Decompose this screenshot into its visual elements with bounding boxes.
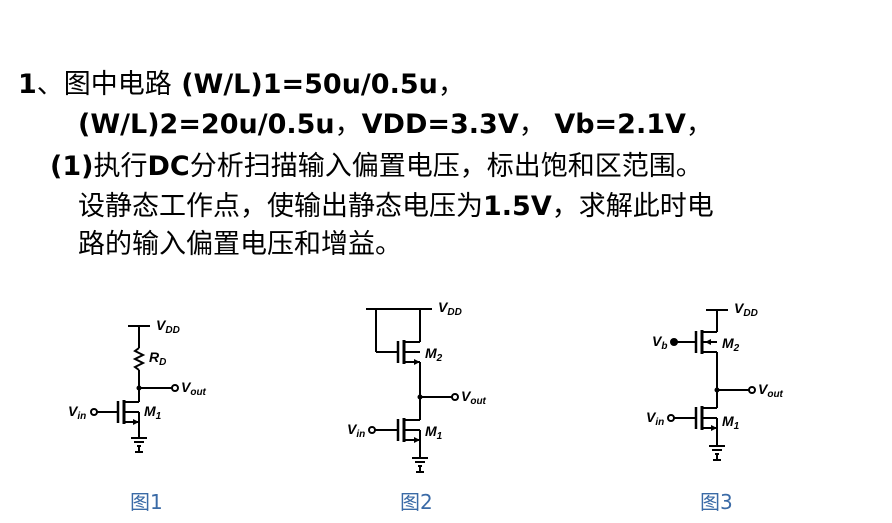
fig3-vb-label: Vb	[652, 333, 667, 352]
fig1-rd-label: RD	[149, 349, 166, 368]
figure-1-circuit	[90, 325, 179, 453]
figure-3-circuit	[667, 309, 756, 461]
figure-3-caption: 图3	[700, 490, 733, 514]
figure-1-caption: 图1	[130, 490, 163, 514]
fig2-vout-label: Vout	[461, 388, 487, 407]
fig3-m1-label: M1	[722, 413, 740, 432]
resistor-rd	[132, 347, 146, 371]
fig1-m1-label: M1	[144, 403, 162, 422]
fig3-m2-label: M2	[722, 335, 740, 354]
circuits-diagram: VDD RD Vout Vin M1 VDD M2 Vout Vin M1 VD…	[68, 299, 784, 473]
figure-2-caption: 图2	[400, 490, 433, 514]
fig1-vout-label: Vout	[181, 379, 207, 398]
fig1-vdd-label: VDD	[156, 317, 180, 336]
fig3-vin-label: Vin	[646, 409, 664, 428]
fig3-vdd-label: VDD	[734, 300, 758, 319]
fig2-vin-label: Vin	[347, 421, 365, 440]
fig1-vin-label: Vin	[68, 403, 86, 422]
fig2-m1-label: M1	[425, 423, 443, 442]
fig3-vout-label: Vout	[758, 381, 784, 400]
fig2-vdd-label: VDD	[438, 299, 462, 318]
fig2-m2-label: M2	[425, 345, 443, 364]
figure-2-circuit	[366, 308, 459, 473]
